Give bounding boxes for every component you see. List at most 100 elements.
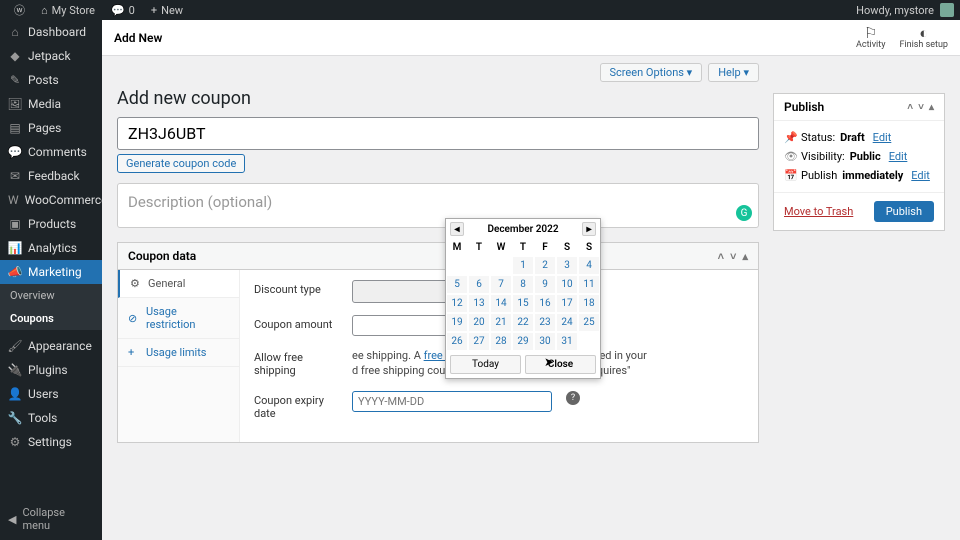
help-toggle[interactable]: Help ▾ — [708, 63, 759, 82]
sidebar-item-media[interactable]: 🖼Media — [0, 92, 102, 116]
day-15[interactable]: 15 — [512, 294, 534, 313]
description-placeholder: Description (optional) — [128, 193, 272, 211]
howdy-text[interactable]: Howdy, mystore — [856, 4, 934, 17]
expiry-date-label: Coupon expiry date — [254, 391, 342, 420]
sidebar-item-users[interactable]: 👤Users — [0, 382, 102, 406]
sidebar-item-tools[interactable]: 🔧Tools — [0, 406, 102, 430]
coupon-nav-usage-limits[interactable]: +Usage limits — [118, 339, 239, 367]
today-button[interactable]: Today — [450, 355, 521, 374]
sidebar-item-plugins[interactable]: 🔌Plugins — [0, 358, 102, 382]
collapse-menu[interactable]: ◀Collapse menu — [0, 498, 102, 540]
day-27[interactable]: 27 — [468, 332, 490, 351]
plugins-icon: 🔌 — [8, 363, 22, 377]
day-5[interactable]: 5 — [446, 275, 468, 294]
wp-logo[interactable]: ⓦ — [6, 2, 33, 18]
day-22[interactable]: 22 — [512, 313, 534, 332]
generate-code-button[interactable]: Generate coupon code — [117, 154, 245, 173]
sidebar-item-appearance[interactable]: 🖌Appearance — [0, 334, 102, 358]
panel-up-icon[interactable]: ˄ — [907, 102, 913, 113]
panel-toggle-icon[interactable]: ▴ — [742, 250, 748, 263]
publish-title: Publish — [784, 100, 824, 114]
coupon-nav-usage-restriction[interactable]: ⊘Usage restriction — [118, 298, 239, 339]
expiry-date-input[interactable] — [352, 391, 552, 412]
products-icon: ▣ — [8, 217, 22, 231]
day-17[interactable]: 17 — [556, 294, 578, 313]
day-25[interactable]: 25 — [578, 313, 600, 332]
move-to-trash-link[interactable]: Move to Trash — [784, 205, 853, 218]
day-8[interactable]: 8 — [512, 275, 534, 294]
day-26[interactable]: 26 — [446, 332, 468, 351]
day-29[interactable]: 29 — [512, 332, 534, 351]
day-18[interactable]: 18 — [578, 294, 600, 313]
day-21[interactable]: 21 — [490, 313, 512, 332]
panel-toggle-icon[interactable]: ▴ — [929, 102, 934, 113]
day-13[interactable]: 13 — [468, 294, 490, 313]
sidebar-sub-coupons[interactable]: Coupons — [0, 307, 102, 330]
day-16[interactable]: 16 — [534, 294, 556, 313]
day-12[interactable]: 12 — [446, 294, 468, 313]
edit-date-link[interactable]: Edit — [911, 169, 930, 182]
day-28[interactable]: 28 — [490, 332, 512, 351]
new-link[interactable]: +New — [143, 2, 191, 18]
dow-header: S — [578, 239, 600, 256]
help-icon[interactable]: ? — [566, 391, 580, 405]
day-3[interactable]: 3 — [556, 256, 578, 275]
panel-down-icon[interactable]: ˅ — [730, 250, 736, 263]
appearance-icon: 🖌 — [8, 339, 22, 353]
main-content: Add New ⚐Activity ◐Finish setup Screen O… — [102, 20, 960, 540]
day-30[interactable]: 30 — [534, 332, 556, 351]
sidebar-item-feedback[interactable]: ✉Feedback — [0, 164, 102, 188]
day-9[interactable]: 9 — [534, 275, 556, 294]
sidebar-item-comments[interactable]: 💬Comments — [0, 140, 102, 164]
sidebar-item-settings[interactable]: ⚙Settings — [0, 430, 102, 454]
screen-options-toggle[interactable]: Screen Options ▾ — [600, 63, 703, 82]
day-20[interactable]: 20 — [468, 313, 490, 332]
edit-visibility-link[interactable]: Edit — [889, 150, 908, 163]
sidebar-item-pages[interactable]: ▤Pages — [0, 116, 102, 140]
discount-type-label: Discount type — [254, 280, 342, 296]
sidebar-item-marketing[interactable]: 📣Marketing — [0, 260, 102, 284]
coupon-code-input[interactable] — [117, 117, 759, 150]
collapse-icon: ◀ — [8, 513, 16, 526]
day-2[interactable]: 2 — [534, 256, 556, 275]
avatar[interactable] — [940, 3, 954, 17]
sidebar-item-products[interactable]: ▣Products — [0, 212, 102, 236]
coupon-nav-general[interactable]: ⚙General — [118, 270, 239, 298]
day-23[interactable]: 23 — [534, 313, 556, 332]
sidebar-item-woocommerce[interactable]: WWooCommerce — [0, 188, 102, 212]
day-11[interactable]: 11 — [578, 275, 600, 294]
sidebar-item-dashboard[interactable]: ⌂Dashboard — [0, 20, 102, 44]
activity-link[interactable]: ⚐Activity — [856, 26, 885, 50]
close-button[interactable]: Close — [525, 355, 596, 374]
site-link[interactable]: ⌂My Store — [33, 2, 103, 18]
panel-up-icon[interactable]: ˄ — [718, 250, 724, 263]
day-14[interactable]: 14 — [490, 294, 512, 313]
sidebar-item-jetpack[interactable]: ◆Jetpack — [0, 44, 102, 68]
grammarly-icon[interactable]: G — [736, 205, 752, 221]
day-31[interactable]: 31 — [556, 332, 578, 351]
pin-icon: 📌 — [784, 131, 796, 144]
day-24[interactable]: 24 — [556, 313, 578, 332]
datepicker-month: December 2022 — [487, 224, 558, 235]
day-1[interactable]: 1 — [512, 256, 534, 275]
day-19[interactable]: 19 — [446, 313, 468, 332]
coupon-data-panel: Coupon data ˄˅▴ ⚙General⊘Usage restricti… — [117, 242, 759, 443]
prev-month-button[interactable]: ◂ — [450, 222, 464, 236]
sidebar-item-analytics[interactable]: 📊Analytics — [0, 236, 102, 260]
edit-status-link[interactable]: Edit — [873, 131, 892, 144]
publish-button[interactable]: Publish — [874, 201, 934, 222]
day-4[interactable]: 4 — [578, 256, 600, 275]
description-input[interactable]: Description (optional) G — [117, 183, 759, 228]
day-10[interactable]: 10 — [556, 275, 578, 294]
posts-icon: ✎ — [8, 73, 22, 87]
day-6[interactable]: 6 — [468, 275, 490, 294]
panel-down-icon[interactable]: ˅ — [918, 102, 924, 113]
dashboard-icon: ⌂ — [8, 25, 22, 39]
finish-setup-link[interactable]: ◐Finish setup — [899, 26, 948, 50]
comments-link[interactable]: 💬0 — [103, 2, 143, 18]
calendar-icon: 📅 — [784, 169, 796, 182]
sidebar-item-posts[interactable]: ✎Posts — [0, 68, 102, 92]
day-7[interactable]: 7 — [490, 275, 512, 294]
next-month-button[interactable]: ▸ — [582, 222, 596, 236]
sidebar-sub-overview[interactable]: Overview — [0, 284, 102, 307]
